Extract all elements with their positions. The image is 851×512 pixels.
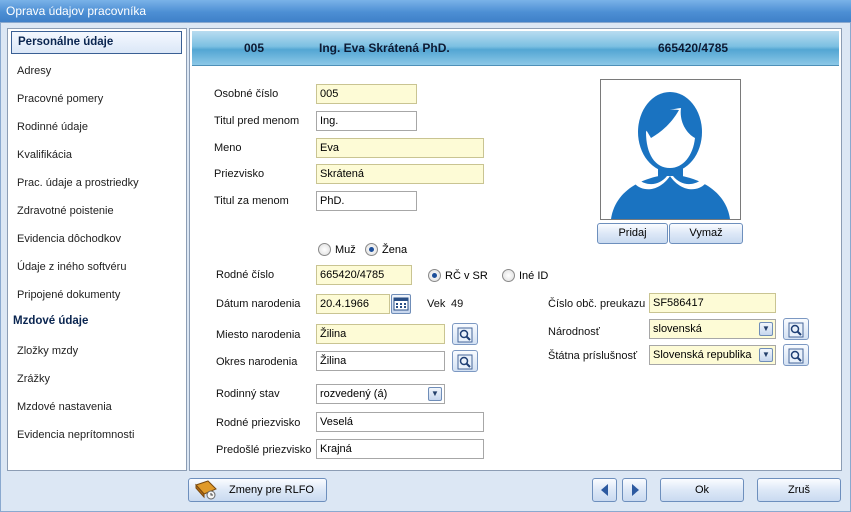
ok-button[interactable]: Ok <box>660 478 744 502</box>
sidebar-item-udaje-z-ineho-softveru[interactable]: Údaje z iného softvéru <box>17 259 126 275</box>
radio-circle-selected <box>365 243 378 256</box>
titul-za-label: Titul za menom <box>214 195 289 207</box>
employee-banner: 005 Ing. Eva Skrátená PhD. 665420/4785 <box>192 31 839 66</box>
gender-male-radio[interactable]: Muž <box>318 243 356 256</box>
sidebar-item-zlozky-mzdy[interactable]: Zložky mzdy <box>17 343 78 359</box>
narodnost-value: slovenská <box>653 323 702 335</box>
titul-pred-field[interactable]: Ing. <box>316 111 417 131</box>
predosle-priezvisko-field[interactable]: Krajná <box>316 439 484 459</box>
main-panel: 005 Ing. Eva Skrátená PhD. 665420/4785 O… <box>189 28 842 471</box>
add-photo-button[interactable]: Pridaj <box>597 223 668 244</box>
book-icon <box>195 480 217 500</box>
okres-narodenia-label: Okres narodenia <box>216 356 298 368</box>
search-icon <box>788 348 804 364</box>
banner-id: 665420/4785 <box>658 41 729 55</box>
next-record-button[interactable] <box>622 478 647 502</box>
priezvisko-label: Priezvisko <box>214 168 265 180</box>
rlfo-changes-button[interactable]: Zmeny pre RLFO <box>188 478 327 502</box>
banner-name: Ing. Eva Skrátená PhD. <box>319 41 450 55</box>
radio-circle <box>502 269 515 282</box>
narodnost-label: Národnosť <box>548 326 600 338</box>
sidebar: Personálne údaje Adresy Pracovné pomery … <box>7 28 187 471</box>
rodne-cislo-field[interactable]: 665420/4785 <box>316 265 412 285</box>
delete-photo-button[interactable]: Vymaž <box>669 223 743 244</box>
statna-prislusnost-value: Slovenská republika <box>653 349 752 361</box>
sidebar-item-adresy[interactable]: Adresy <box>17 63 51 79</box>
id-type-other-radio[interactable]: Iné ID <box>502 269 548 282</box>
banner-number: 005 <box>244 41 265 55</box>
sidebar-item-pracovne-pomery[interactable]: Pracovné pomery <box>17 91 103 107</box>
gender-female-label: Žena <box>382 243 408 256</box>
okres-narodenia-field[interactable]: Žilina <box>316 351 445 371</box>
chevron-down-icon: ▼ <box>759 348 773 362</box>
sidebar-item-personalne-udaje[interactable]: Personálne údaje <box>11 31 182 54</box>
okres-lookup-button[interactable] <box>452 350 478 372</box>
miesto-narodenia-label: Miesto narodenia <box>216 329 301 341</box>
rodinny-stav-label: Rodinný stav <box>216 388 280 400</box>
id-type-rc-label: RČ v SR <box>445 269 488 282</box>
sidebar-item-evidencia-nepritomnosti[interactable]: Evidencia neprítomnosti <box>17 427 134 443</box>
priezvisko-field[interactable]: Skrátená <box>316 164 484 184</box>
cislo-op-label: Číslo obč. preukazu <box>548 298 646 310</box>
chevron-down-icon: ▼ <box>759 322 773 336</box>
calendar-icon[interactable] <box>391 294 411 314</box>
vek-label: Vek <box>427 298 446 310</box>
arrow-right-icon <box>631 484 639 496</box>
miesto-lookup-button[interactable] <box>452 323 478 345</box>
sidebar-item-prac-udaje[interactable]: Prac. údaje a prostriedky <box>17 175 139 191</box>
employee-photo <box>600 79 741 220</box>
rodinny-stav-select[interactable]: rozvedený (á) ▼ <box>316 384 445 404</box>
window-title: Oprava údajov pracovníka <box>0 0 851 22</box>
rodne-priezvisko-field[interactable]: Veselá <box>316 412 484 432</box>
predosle-priezvisko-label: Predošlé priezvisko <box>216 444 312 456</box>
search-icon <box>457 327 473 343</box>
cislo-op-field[interactable]: SF586417 <box>649 293 776 313</box>
radio-circle <box>318 243 331 256</box>
calendar-glyph <box>393 297 409 311</box>
sidebar-item-evidencia-dochodkov[interactable]: Evidencia dôchodkov <box>17 231 121 247</box>
statna-prislusnost-label: Štátna príslušnosť <box>548 350 638 362</box>
rodne-cislo-label: Rodné číslo <box>216 269 275 281</box>
rlfo-changes-label: Zmeny pre RLFO <box>229 484 314 496</box>
datum-narodenia-field[interactable]: 20.4.1966 <box>316 294 390 314</box>
id-type-other-label: Iné ID <box>519 269 549 282</box>
sidebar-group-mzdove-udaje: Mzdové údaje <box>13 315 89 327</box>
osobne-cislo-field[interactable]: 005 <box>316 84 417 104</box>
gender-male-label: Muž <box>335 243 356 256</box>
vek-value: 49 <box>451 298 464 310</box>
statna-prislusnost-select[interactable]: Slovenská republika ▼ <box>649 345 776 365</box>
sidebar-item-zdravotne-poistenie[interactable]: Zdravotné poistenie <box>17 203 114 219</box>
sidebar-item-pripojene-dokumenty[interactable]: Pripojené dokumenty <box>17 287 120 303</box>
sidebar-item-zrazky[interactable]: Zrážky <box>17 371 50 387</box>
gender-female-radio[interactable]: Žena <box>365 243 407 256</box>
id-type-rc-radio[interactable]: RČ v SR <box>428 269 488 282</box>
sidebar-item-kvalifikacia[interactable]: Kvalifikácia <box>17 147 72 163</box>
statna-prislusnost-lookup-button[interactable] <box>783 344 809 366</box>
rodinny-stav-value: rozvedený (á) <box>320 388 388 400</box>
sidebar-item-mzdove-nastavenia[interactable]: Mzdové nastavenia <box>17 399 112 415</box>
prev-record-button[interactable] <box>592 478 617 502</box>
radio-circle-selected <box>428 269 441 282</box>
meno-field[interactable]: Eva <box>316 138 484 158</box>
osobne-cislo-label: Osobné číslo <box>214 88 279 100</box>
titul-za-field[interactable]: PhD. <box>316 191 417 211</box>
narodnost-lookup-button[interactable] <box>783 318 809 340</box>
cancel-button[interactable]: Zruš <box>757 478 841 502</box>
datum-narodenia-label: Dátum narodenia <box>216 298 301 310</box>
meno-label: Meno <box>214 142 242 154</box>
person-silhouette-icon <box>611 92 730 219</box>
narodnost-select[interactable]: slovenská ▼ <box>649 319 776 339</box>
titul-pred-label: Titul pred menom <box>214 115 300 127</box>
sidebar-item-rodinne-udaje[interactable]: Rodinné údaje <box>17 119 88 135</box>
miesto-narodenia-field[interactable]: Žilina <box>316 324 445 344</box>
chevron-down-icon: ▼ <box>428 387 442 401</box>
rodne-priezvisko-label: Rodné priezvisko <box>216 417 301 429</box>
search-icon <box>457 354 473 370</box>
arrow-left-icon <box>600 484 608 496</box>
search-icon <box>788 322 804 338</box>
